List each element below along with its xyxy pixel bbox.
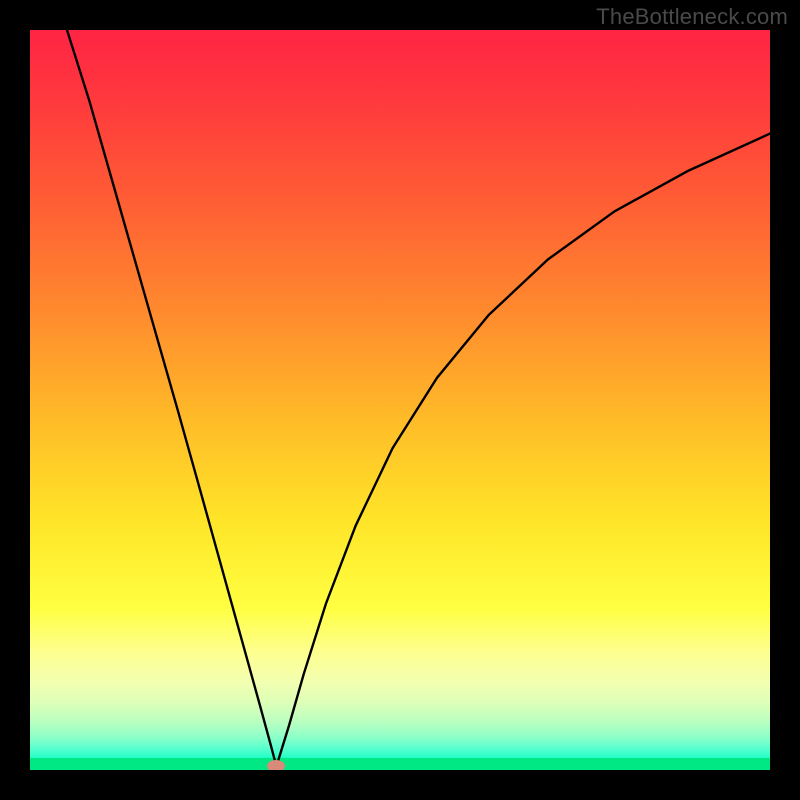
curve-left-branch xyxy=(67,30,276,766)
bottleneck-curve-svg xyxy=(30,30,770,770)
chart-frame: TheBottleneck.com xyxy=(0,0,800,800)
plot-area xyxy=(30,30,770,770)
minimum-marker-icon xyxy=(267,760,285,770)
watermark-text: TheBottleneck.com xyxy=(596,4,788,30)
curve-right-branch xyxy=(276,134,770,767)
